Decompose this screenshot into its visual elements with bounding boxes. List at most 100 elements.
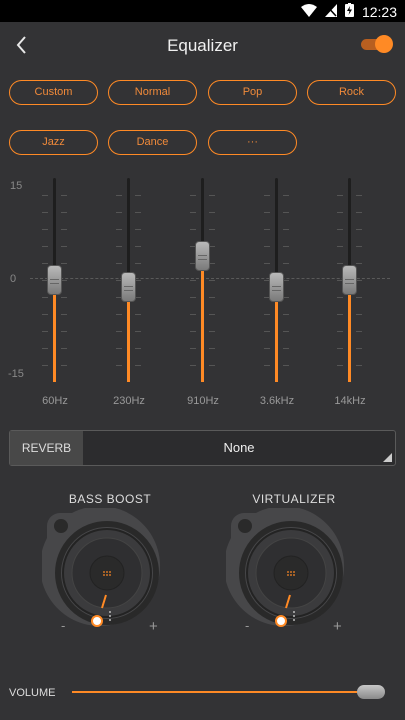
eq-tick-mark (283, 212, 289, 213)
bass-boost-knob[interactable]: - + (40, 506, 172, 638)
equalizer-toggle[interactable] (361, 35, 393, 53)
eq-band-freq: 3.6kHz (259, 395, 295, 407)
eq-band-thumb[interactable] (342, 265, 357, 295)
eq-tick-mark (209, 212, 215, 213)
header: Equalizer (0, 22, 405, 70)
eq-tick-mark (116, 212, 122, 213)
page-title: Equalizer (167, 36, 238, 55)
bass-boost-plus: + (149, 618, 158, 635)
eq-tick-mark (135, 246, 141, 247)
preset-jazz[interactable]: Jazz (9, 130, 98, 155)
toggle-knob (375, 35, 393, 53)
volume-label: VOLUME (9, 687, 56, 699)
eq-tick-mark (264, 365, 270, 366)
eq-band-slider[interactable] (183, 178, 223, 383)
eq-tick-mark (42, 331, 48, 332)
preset-more[interactable]: ··· (208, 130, 297, 155)
eq-tick-mark (209, 314, 215, 315)
eq-tick-mark (337, 246, 343, 247)
eq-tick-mark (42, 314, 48, 315)
eq-scale-zero: 0 (10, 273, 17, 285)
eq-tick-mark (209, 331, 215, 332)
eq-band-slider[interactable] (109, 178, 149, 383)
eq-tick-mark (190, 331, 196, 332)
eq-tick-mark (116, 314, 122, 315)
eq-tick-mark (42, 246, 48, 247)
eq-band-fill (348, 280, 351, 382)
eq-tick-mark (42, 297, 48, 298)
eq-band-fill (201, 256, 204, 382)
eq-tick-mark (209, 348, 215, 349)
eq-tick-mark (209, 365, 215, 366)
eq-tick-mark (61, 212, 67, 213)
eq-band-thumb[interactable] (269, 271, 284, 302)
eq-tick-mark (264, 348, 270, 349)
reverb-value: None (223, 440, 255, 455)
eq-tick-mark (190, 297, 196, 298)
eq-tick-mark (135, 331, 141, 332)
eq-tick-mark (116, 263, 122, 264)
eq-tick-mark (337, 212, 343, 213)
eq-tick-mark (61, 365, 67, 366)
eq-tick-mark (283, 348, 289, 349)
eq-band-slider[interactable] (257, 178, 297, 383)
volume-slider[interactable] (72, 691, 362, 693)
eq-tick-mark (61, 348, 67, 349)
eq-tick-mark (42, 229, 48, 230)
preset-normal[interactable]: Normal (108, 80, 197, 105)
eq-band-slider[interactable] (35, 178, 75, 383)
eq-tick-mark (356, 263, 362, 264)
eq-tick-mark (264, 195, 270, 196)
eq-tick-mark (116, 229, 122, 230)
eq-tick-mark (61, 297, 67, 298)
eq-tick-mark (42, 263, 48, 264)
eq-tick-mark (283, 195, 289, 196)
preset-rock[interactable]: Rock (307, 80, 396, 105)
eq-tick-mark (135, 263, 141, 264)
status-bar: 12:23 (0, 0, 405, 22)
eq-tick-mark (264, 263, 270, 264)
virtualizer-plus: + (333, 618, 342, 635)
reverb-selector[interactable]: REVERB None (9, 430, 396, 466)
eq-band-thumb[interactable] (121, 271, 136, 302)
eq-tick-mark (283, 263, 289, 264)
preset-dance[interactable]: Dance (108, 130, 197, 155)
preset-pop[interactable]: Pop (208, 80, 297, 105)
signal-icon (324, 3, 337, 20)
eq-tick-mark (61, 246, 67, 247)
virtualizer-knob[interactable]: - + (224, 506, 356, 638)
eq-tick-mark (190, 212, 196, 213)
eq-tick-mark (264, 212, 270, 213)
eq-tick-mark (283, 331, 289, 332)
eq-tick-mark (42, 365, 48, 366)
eq-band-thumb[interactable] (47, 265, 62, 295)
eq-scale-min: -15 (8, 368, 24, 380)
eq-tick-mark (116, 195, 122, 196)
eq-tick-mark (61, 195, 67, 196)
eq-tick-mark (264, 331, 270, 332)
eq-tick-mark (283, 246, 289, 247)
eq-tick-mark (209, 297, 215, 298)
eq-tick-mark (209, 280, 215, 281)
eq-tick-mark (337, 229, 343, 230)
eq-tick-mark (61, 229, 67, 230)
eq-tick-mark (337, 195, 343, 196)
eq-tick-mark (283, 314, 289, 315)
eq-tick-mark (190, 314, 196, 315)
eq-tick-mark (356, 348, 362, 349)
eq-tick-mark (209, 195, 215, 196)
eq-tick-mark (337, 263, 343, 264)
eq-band-freq: 910Hz (187, 395, 219, 407)
equalizer-panel: 15 0 -15 60Hz 230Hz 910Hz 3.6kHz 14kHz (0, 175, 405, 407)
eq-tick-mark (356, 297, 362, 298)
bass-boost-minus: - (61, 618, 66, 633)
eq-tick-mark (42, 212, 48, 213)
eq-band-fill (53, 280, 56, 382)
virtualizer-label: VIRTUALIZER (252, 492, 336, 506)
eq-band-thumb[interactable] (195, 241, 210, 272)
volume-thumb[interactable] (357, 685, 385, 699)
eq-band-slider[interactable] (330, 178, 370, 383)
preset-custom[interactable]: Custom (9, 80, 98, 105)
eq-tick-mark (135, 229, 141, 230)
eq-tick-mark (190, 365, 196, 366)
